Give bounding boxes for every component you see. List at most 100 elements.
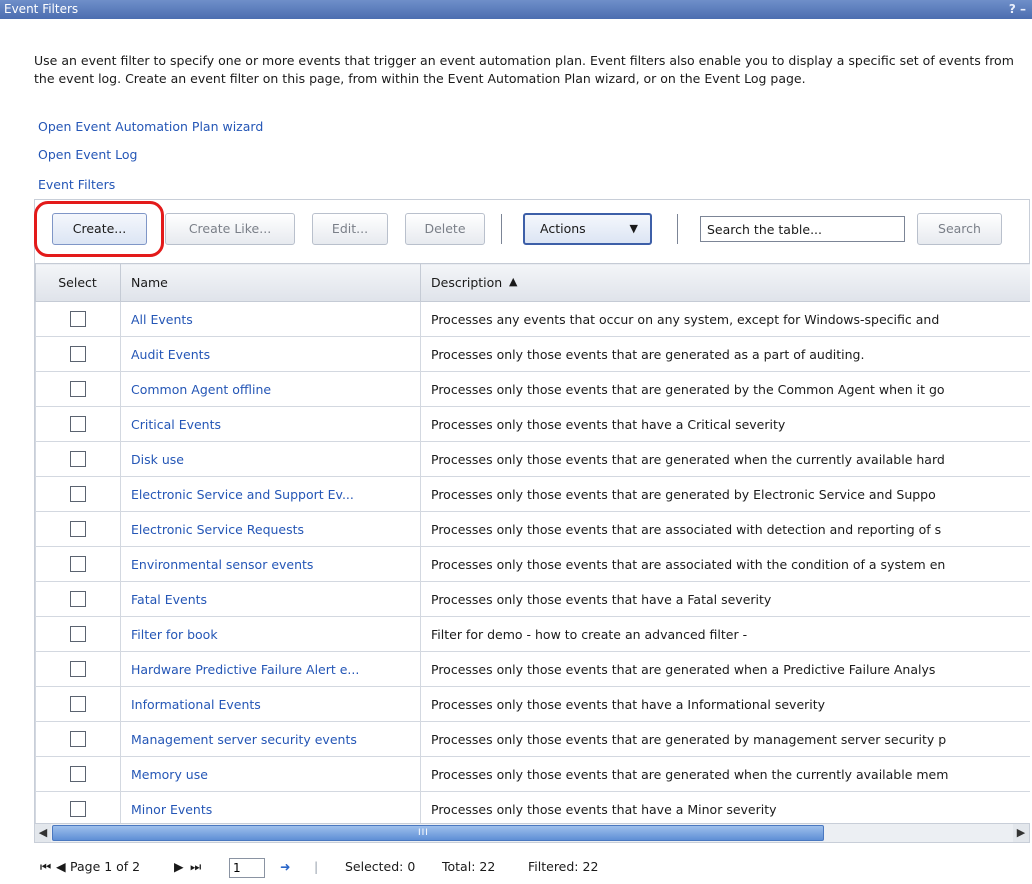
column-header-name-label: Name bbox=[131, 275, 168, 290]
row-select-cell bbox=[35, 406, 121, 442]
toolbar-separator bbox=[677, 214, 678, 244]
row-select-cell bbox=[35, 546, 121, 582]
create-button[interactable]: Create... bbox=[52, 213, 147, 245]
row-description: Processes only those events that are gen… bbox=[420, 476, 1030, 512]
row-select-cell bbox=[35, 301, 121, 337]
table-row[interactable]: Environmental sensor events Processes onl… bbox=[35, 546, 1030, 582]
row-name-link[interactable]: Management server security events bbox=[120, 721, 421, 757]
row-checkbox[interactable] bbox=[70, 486, 86, 503]
row-checkbox[interactable] bbox=[70, 346, 86, 363]
column-header-name[interactable]: Name ▲ bbox=[120, 263, 517, 302]
event-filters-table: Select Name ▲ Description All Events Proc… bbox=[34, 263, 1030, 823]
total-count: Total: 22 bbox=[442, 859, 496, 874]
row-checkbox[interactable] bbox=[70, 696, 86, 713]
open-wizard-link[interactable]: Open Event Automation Plan wizard bbox=[38, 119, 263, 134]
help-icon[interactable]: ? bbox=[1009, 2, 1016, 16]
row-description: Processes only those events that have a … bbox=[420, 406, 1030, 442]
table-row[interactable]: Electronic Service Requests Processes onl… bbox=[35, 511, 1030, 547]
table-row[interactable]: Memory use Processes only those events th… bbox=[35, 756, 1030, 792]
next-page-icon[interactable]: ▶ bbox=[174, 854, 184, 880]
row-name-link[interactable]: Informational Events bbox=[120, 686, 421, 722]
create-like-button[interactable]: Create Like... bbox=[165, 213, 295, 245]
row-checkbox[interactable] bbox=[70, 381, 86, 398]
table-row[interactable]: Common Agent offline Processes only those… bbox=[35, 371, 1030, 407]
row-description: Processes only those events that are gen… bbox=[420, 371, 1030, 407]
scrollbar-thumb[interactable]: III bbox=[52, 825, 824, 841]
row-checkbox[interactable] bbox=[70, 591, 86, 608]
row-name-link[interactable]: Environmental sensor events bbox=[120, 546, 421, 582]
row-checkbox[interactable] bbox=[70, 556, 86, 573]
row-select-cell bbox=[35, 651, 121, 687]
row-description: Processes only those events that are gen… bbox=[420, 441, 1030, 477]
row-select-cell bbox=[35, 476, 121, 512]
horizontal-scrollbar[interactable]: ◀ III ▶ bbox=[34, 823, 1030, 843]
row-checkbox[interactable] bbox=[70, 626, 86, 643]
row-name-link[interactable]: Audit Events bbox=[120, 336, 421, 372]
row-select-cell bbox=[35, 511, 121, 547]
row-checkbox[interactable] bbox=[70, 766, 86, 783]
grip-icon: III bbox=[418, 828, 429, 838]
row-select-cell bbox=[35, 616, 121, 652]
window-title: Event Filters bbox=[4, 2, 79, 16]
column-header-select: Select bbox=[35, 263, 121, 302]
actions-dropdown[interactable]: Actions ▼ bbox=[523, 213, 652, 245]
row-select-cell bbox=[35, 686, 121, 722]
table-row[interactable]: Disk use Processes only those events that… bbox=[35, 441, 1030, 477]
row-checkbox[interactable] bbox=[70, 416, 86, 433]
row-select-cell bbox=[35, 371, 121, 407]
row-checkbox[interactable] bbox=[70, 661, 86, 678]
actions-label: Actions bbox=[540, 221, 586, 236]
row-checkbox[interactable] bbox=[70, 731, 86, 748]
row-name-link[interactable]: Fatal Events bbox=[120, 581, 421, 617]
row-checkbox[interactable] bbox=[70, 801, 86, 818]
row-checkbox[interactable] bbox=[70, 311, 86, 328]
table-header-row: Select Name ▲ Description bbox=[35, 263, 1030, 302]
minimize-icon[interactable]: – bbox=[1020, 2, 1026, 16]
row-checkbox[interactable] bbox=[70, 521, 86, 538]
row-description: Processes only those events that are gen… bbox=[420, 721, 1030, 757]
caret-down-icon: ▼ bbox=[629, 222, 638, 235]
search-input[interactable] bbox=[700, 216, 905, 242]
table-row[interactable]: Informational Events Processes only those… bbox=[35, 686, 1030, 722]
row-select-cell bbox=[35, 581, 121, 617]
table-row[interactable]: Electronic Service and Support Ev... Proc… bbox=[35, 476, 1030, 512]
table-row[interactable]: Fatal Events Processes only those events … bbox=[35, 581, 1030, 617]
table-row[interactable]: Management server security events Process… bbox=[35, 721, 1030, 757]
open-event-log-link[interactable]: Open Event Log bbox=[38, 147, 137, 162]
row-description: Processes only those events that are gen… bbox=[420, 336, 1030, 372]
previous-page-icon[interactable]: ◀ bbox=[56, 854, 66, 880]
row-description: Processes only those events that have a … bbox=[420, 686, 1030, 722]
sort-icon[interactable]: ▲ bbox=[509, 275, 517, 288]
table-row[interactable]: Critical Events Processes only those even… bbox=[35, 406, 1030, 442]
row-select-cell bbox=[35, 756, 121, 792]
delete-button[interactable]: Delete bbox=[405, 213, 485, 245]
event-filters-breadcrumb[interactable]: Event Filters bbox=[38, 177, 115, 192]
scroll-right-icon[interactable]: ▶ bbox=[1013, 824, 1029, 842]
row-name-link[interactable]: Memory use bbox=[120, 756, 421, 792]
toolbar-separator bbox=[501, 214, 502, 244]
row-name-link[interactable]: All Events bbox=[120, 301, 421, 337]
edit-button[interactable]: Edit... bbox=[312, 213, 388, 245]
row-checkbox[interactable] bbox=[70, 451, 86, 468]
last-page-icon[interactable]: ⏭ bbox=[190, 854, 201, 880]
row-name-link[interactable]: Critical Events bbox=[120, 406, 421, 442]
table-row[interactable]: All Events Processes any events that occu… bbox=[35, 301, 1030, 337]
selected-count: Selected: 0 bbox=[345, 859, 416, 874]
scroll-left-icon[interactable]: ◀ bbox=[35, 824, 51, 842]
window-title-bar: Event Filters ? – bbox=[0, 0, 1032, 19]
go-arrow-icon[interactable]: ➜ bbox=[280, 854, 290, 880]
row-name-link[interactable]: Filter for book bbox=[120, 616, 421, 652]
row-name-link[interactable]: Electronic Service Requests bbox=[120, 511, 421, 547]
table-row[interactable]: Filter for book Filter for demo - how to … bbox=[35, 616, 1030, 652]
page-number-input[interactable] bbox=[229, 858, 265, 878]
table-row[interactable]: Minor Events Processes only those events … bbox=[35, 791, 1030, 823]
first-page-icon[interactable]: ⏮ bbox=[40, 854, 51, 880]
row-name-link[interactable]: Common Agent offline bbox=[120, 371, 421, 407]
row-name-link[interactable]: Minor Events bbox=[120, 791, 421, 823]
row-name-link[interactable]: Electronic Service and Support Ev... bbox=[120, 476, 421, 512]
row-name-link[interactable]: Disk use bbox=[120, 441, 421, 477]
search-button[interactable]: Search bbox=[917, 213, 1002, 245]
row-name-link[interactable]: Hardware Predictive Failure Alert e... bbox=[120, 651, 421, 687]
table-row[interactable]: Hardware Predictive Failure Alert e... Pr… bbox=[35, 651, 1030, 687]
table-row[interactable]: Audit Events Processes only those events … bbox=[35, 336, 1030, 372]
